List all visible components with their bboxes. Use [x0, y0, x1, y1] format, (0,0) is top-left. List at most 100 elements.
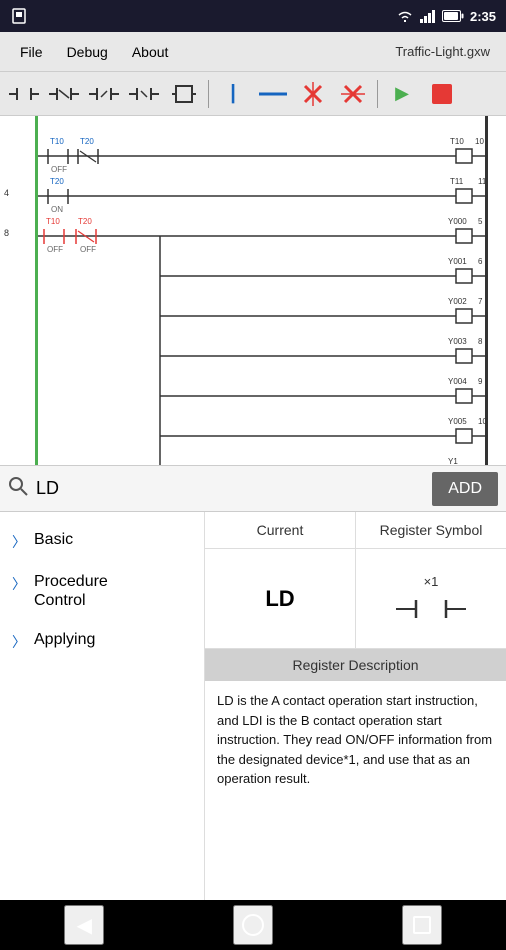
x-red2-icon [341, 82, 365, 106]
home-icon [242, 914, 264, 936]
content-area: Current Register Symbol LD ×1 [205, 512, 506, 900]
svg-text:8: 8 [478, 337, 483, 346]
tool-delete-h[interactable] [335, 78, 371, 110]
contact-fall-icon [129, 82, 159, 106]
svg-text:7: 7 [478, 297, 483, 306]
svg-text:Y001: Y001 [448, 257, 467, 266]
toolbar-separator-1 [208, 80, 209, 108]
add-button[interactable]: ADD [432, 472, 498, 506]
menu-bar: File Debug About Traffic-Light.gxw [0, 32, 506, 72]
contact-rise-icon [89, 82, 119, 106]
x-red-icon [301, 82, 325, 106]
contact-no-icon [9, 82, 39, 106]
current-value: LD [265, 586, 294, 612]
current-value-cell: LD [205, 549, 356, 648]
chevron-procedure-icon: 〉 [12, 574, 26, 594]
menu-debug[interactable]: Debug [55, 40, 120, 64]
tool-horizontal-line[interactable] [255, 78, 291, 110]
sim-icon [10, 7, 28, 25]
svg-text:T10: T10 [450, 137, 464, 146]
sidebar-item-applying[interactable]: 〉 Applying [0, 620, 204, 662]
svg-text:OFF: OFF [51, 165, 67, 174]
tool-vertical-line[interactable]: | [215, 78, 251, 110]
sidebar-label-procedure: ProcedureControl [34, 572, 108, 610]
svg-text:9: 9 [478, 377, 483, 386]
battery-icon [442, 10, 464, 22]
search-input[interactable] [36, 478, 424, 499]
func-block-icon [172, 82, 196, 106]
svg-text:11: 11 [478, 177, 487, 186]
sidebar-label-applying: Applying [34, 630, 95, 649]
tool-contact-no[interactable] [6, 78, 42, 110]
toolbar-separator-2 [377, 80, 378, 108]
contact-nc-icon [49, 82, 79, 106]
register-description-header: Register Description [205, 649, 506, 681]
svg-text:T20: T20 [78, 217, 92, 226]
stop-icon [432, 84, 452, 104]
nav-recents-button[interactable] [402, 905, 442, 945]
tool-func-block[interactable] [166, 78, 202, 110]
svg-text:T11: T11 [450, 177, 464, 186]
svg-text:6: 6 [478, 257, 483, 266]
svg-text:4: 4 [4, 188, 9, 198]
svg-text:10: 10 [478, 417, 487, 426]
svg-text:Y1: Y1 [448, 457, 458, 466]
register-symbol-svg [396, 595, 466, 623]
tool-stop[interactable] [424, 78, 460, 110]
tool-contact-nc[interactable] [46, 78, 82, 110]
nav-back-button[interactable]: ◀ [64, 905, 104, 945]
svg-text:8: 8 [4, 228, 9, 238]
svg-text:T20: T20 [50, 177, 64, 186]
status-right: 2:35 [396, 9, 496, 24]
svg-text:10: 10 [475, 137, 484, 146]
ladder-diagram: T10 OFF T20 T10 10 4 T20 ON T11 11 8 T10 [0, 116, 506, 466]
h-line-icon [259, 90, 287, 98]
chevron-basic-icon: 〉 [12, 532, 26, 552]
svg-text:ON: ON [51, 205, 63, 214]
toolbar: | ▶ [0, 72, 506, 116]
register-body: LD ×1 [205, 549, 506, 649]
svg-text:T10: T10 [50, 137, 64, 146]
sidebar-item-basic[interactable]: 〉 Basic [0, 520, 204, 562]
x1-label: ×1 [424, 574, 439, 589]
svg-text:Y000: Y000 [448, 217, 467, 226]
nav-home-button[interactable] [233, 905, 273, 945]
file-title: Traffic-Light.gxw [395, 44, 498, 59]
wifi-icon [396, 9, 414, 23]
svg-text:Y002: Y002 [448, 297, 467, 306]
menu-about[interactable]: About [120, 40, 181, 64]
register-description-body: LD is the A contact operation start inst… [205, 681, 506, 799]
time-display: 2:35 [470, 9, 496, 24]
sidebar-label-basic: Basic [34, 530, 73, 549]
tool-contact-rise[interactable] [86, 78, 122, 110]
tool-delete-v[interactable] [295, 78, 331, 110]
symbol-container: ×1 [396, 574, 466, 623]
col-current: Current [205, 512, 356, 548]
nav-bar: ◀ [0, 900, 506, 950]
col-register-symbol: Register Symbol [356, 512, 506, 548]
svg-text:Y005: Y005 [448, 417, 467, 426]
register-header: Current Register Symbol [205, 512, 506, 549]
status-bar: 2:35 [0, 0, 506, 32]
search-icon [8, 476, 28, 501]
magnifier-icon [8, 476, 28, 496]
status-left [10, 7, 28, 25]
sidebar-item-procedure-control[interactable]: 〉 ProcedureControl [0, 562, 204, 620]
signal-icon [420, 9, 436, 23]
back-icon: ◀ [77, 913, 92, 938]
svg-text:Y004: Y004 [448, 377, 467, 386]
symbol-cell: ×1 [356, 549, 506, 648]
bottom-panel: 〉 Basic 〉 ProcedureControl 〉 Applying Cu… [0, 512, 506, 900]
recents-icon [413, 916, 431, 934]
svg-text:Y003: Y003 [448, 337, 467, 346]
tool-play[interactable]: ▶ [384, 78, 420, 110]
chevron-applying-icon: 〉 [12, 632, 26, 652]
svg-text:OFF: OFF [47, 245, 63, 254]
svg-text:OFF: OFF [80, 245, 96, 254]
menu-file[interactable]: File [8, 40, 55, 64]
svg-text:T10: T10 [46, 217, 60, 226]
sidebar: 〉 Basic 〉 ProcedureControl 〉 Applying [0, 512, 205, 900]
svg-text:5: 5 [478, 217, 483, 226]
ladder-svg: T10 OFF T20 T10 10 4 T20 ON T11 11 8 T10 [0, 116, 506, 466]
tool-contact-fall[interactable] [126, 78, 162, 110]
